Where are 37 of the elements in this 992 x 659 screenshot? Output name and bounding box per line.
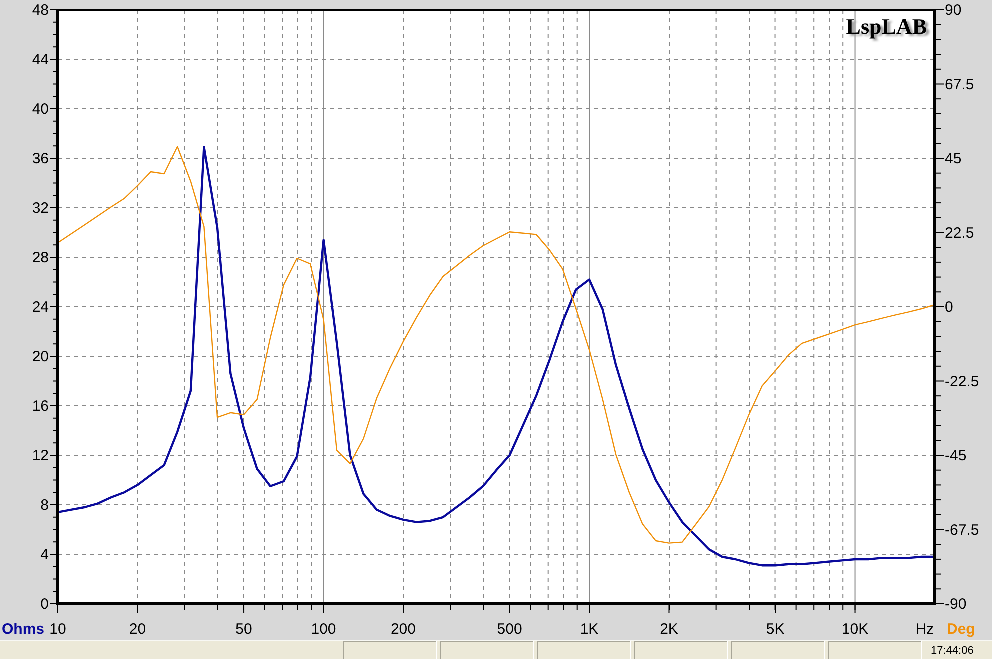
clock: 17:44:06	[930, 644, 975, 658]
axis-tick-label: 200	[390, 621, 416, 638]
axis-tick-label: 90	[945, 2, 962, 19]
x-axis-label: Hz	[916, 621, 934, 638]
axis-tick-label: 44	[32, 52, 49, 68]
axis-tick-label: -67.5	[945, 522, 980, 539]
axis-tick-label: 0	[945, 299, 954, 316]
axis-tick-label: 20	[129, 621, 146, 638]
axis-tick-label: 22.5	[945, 224, 974, 242]
axis-tick-label: 8	[40, 497, 49, 514]
y-axis-label: Deg	[947, 621, 976, 638]
axis-tick-label: 48	[32, 2, 49, 19]
axis-tick-label: 5K	[766, 621, 785, 638]
axis-tick-label: 40	[32, 101, 49, 118]
axis-tick-label: 67.5	[945, 76, 974, 94]
axis-tick-label: 500	[497, 621, 522, 638]
axis-tick-label: 45	[945, 150, 962, 168]
axis-tick-label: -45	[945, 448, 967, 464]
logo-title: LspLAB	[846, 14, 927, 39]
axis-tick-label: 12	[32, 448, 49, 464]
axis-tick-label: 24	[32, 299, 49, 316]
axis-tick-label: 32	[32, 200, 49, 217]
axis-tick-label: 100	[311, 621, 336, 638]
axis-tick-label: 1K	[580, 621, 599, 638]
axis-tick-label: 2K	[660, 621, 678, 638]
axis-tick-label: 50	[236, 621, 252, 638]
axis-tick-label: 10	[50, 621, 66, 638]
axis-tick-label: -90	[945, 596, 967, 613]
axis-tick-label: 16	[32, 398, 49, 415]
axis-tick-label: 0	[40, 596, 49, 613]
axis-tick-label: 20	[32, 348, 49, 366]
axis-tick-label: 4	[40, 546, 49, 564]
axis-tick-label: 28	[32, 250, 49, 266]
y-axis-label: Ohms	[2, 621, 45, 638]
axis-tick-label: -22.5	[945, 373, 980, 390]
axis-tick-label: 36	[32, 150, 49, 168]
axis-tick-label: 10K	[842, 621, 869, 638]
